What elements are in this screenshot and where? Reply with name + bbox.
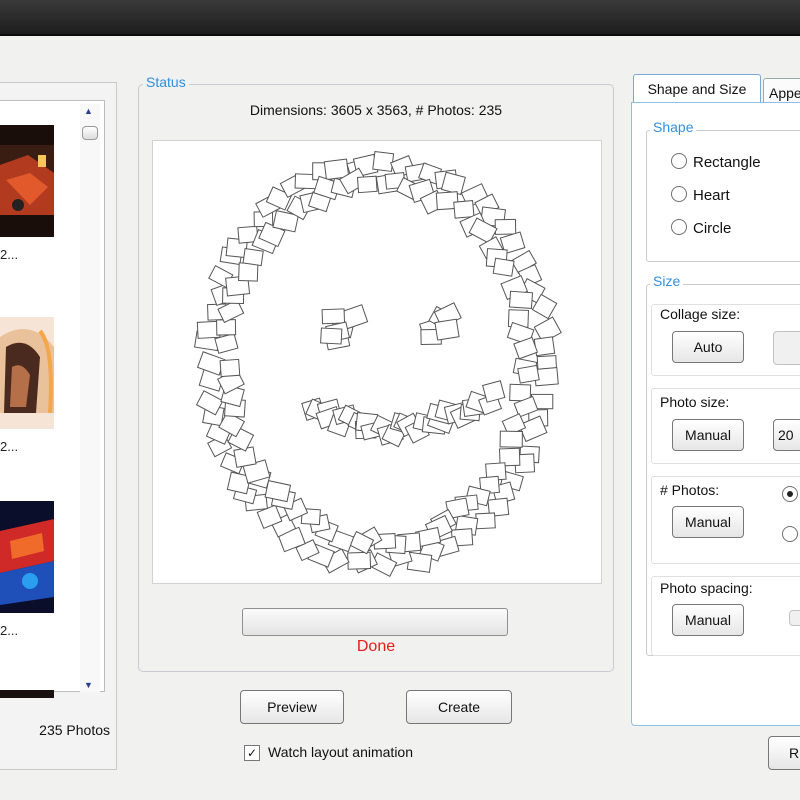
- photos-count-radio[interactable]: [782, 526, 798, 542]
- tab-shape-and-size[interactable]: Shape and Size: [633, 74, 761, 104]
- radio-icon: [671, 219, 687, 235]
- photo-thumbnail-3[interactable]: [0, 501, 54, 613]
- photo-list-scrollbar[interactable]: ▲ ▼: [80, 104, 100, 692]
- watch-animation-label: Watch layout animation: [268, 744, 413, 760]
- photo-spacing-checkbox: [789, 610, 800, 626]
- tab-appearance[interactable]: Appe: [763, 78, 800, 104]
- collage-photo-tile: [264, 480, 292, 503]
- collage-size-mode-button[interactable]: Auto: [672, 331, 744, 363]
- collage-size-label: Collage size:: [660, 306, 741, 322]
- size-legend: Size: [650, 273, 684, 289]
- collage-photo-tile: [320, 327, 343, 345]
- photo-size-label: Photo size:: [660, 394, 730, 410]
- photo-caption-3: 2...: [0, 623, 19, 638]
- shape-option-heart[interactable]: Heart: [671, 186, 730, 204]
- shape-option-circle[interactable]: Circle: [671, 219, 731, 237]
- collage-photo-tile: [517, 364, 540, 384]
- collage-size-field: [773, 331, 800, 365]
- checkmark-icon: ✓: [246, 746, 258, 760]
- collage-photo-tile: [499, 430, 523, 448]
- collage-photo-tile: [440, 171, 466, 196]
- collage-photo-tile: [372, 150, 395, 172]
- shape-legend: Shape: [650, 119, 697, 135]
- radio-icon: [671, 153, 687, 169]
- photo-spacing-mode-button[interactable]: Manual: [672, 604, 744, 636]
- collage-photo-tile: [533, 336, 556, 357]
- photo-size-mode-button[interactable]: Manual: [672, 419, 744, 451]
- photos-count-mode-button[interactable]: Manual: [672, 506, 744, 538]
- progress-bar: [242, 608, 508, 636]
- collage-preview-graphic: [194, 150, 562, 577]
- collage-photo-tile: [434, 318, 460, 341]
- photo-caption-2: 2...: [0, 439, 19, 454]
- photo-spacing-label: Photo spacing:: [660, 580, 753, 596]
- collage-photo-tile: [238, 262, 259, 282]
- scroll-down-icon[interactable]: ▼: [84, 680, 93, 690]
- photos-count-radio-selected[interactable]: [782, 486, 798, 502]
- preview-button[interactable]: Preview: [240, 690, 344, 724]
- collage-photo-tile: [219, 358, 241, 378]
- create-button[interactable]: Create: [406, 690, 512, 724]
- status-message: Done: [356, 638, 396, 655]
- scroll-up-icon[interactable]: ▲: [84, 106, 93, 116]
- photo-size-input[interactable]: 20: [773, 419, 800, 451]
- collage-photo-tile: [321, 308, 346, 325]
- photo-count: 235 Photos: [39, 722, 110, 738]
- collage-preview-canvas: [152, 140, 602, 584]
- photo-thumbnail-4[interactable]: [0, 685, 54, 698]
- collage-photo-tile: [347, 551, 372, 570]
- collage-photo-tile: [508, 290, 534, 309]
- reset-button[interactable]: R: [768, 736, 800, 770]
- collage-photo-tile: [356, 175, 378, 194]
- status-legend: Status: [143, 74, 189, 90]
- collage-photo-tile: [242, 248, 264, 267]
- scrollbar-thumb[interactable]: [82, 126, 98, 140]
- collage-photo-tile: [492, 257, 515, 277]
- window-title-bar: [0, 0, 800, 36]
- collage-photo-tile: [453, 200, 475, 219]
- collage-photo-tile: [482, 380, 506, 403]
- collage-photo-tile: [494, 218, 517, 235]
- collage-dimensions: Dimensions: 3605 x 3563, # Photos: 235: [249, 102, 503, 118]
- radio-icon: [671, 186, 687, 202]
- photo-caption-1: 2...: [0, 247, 19, 262]
- collage-photo-tile: [475, 512, 496, 530]
- collage-photo-tile: [406, 551, 433, 573]
- watch-animation-checkbox[interactable]: ✓: [244, 745, 260, 761]
- photo-thumbnail-2[interactable]: [0, 317, 54, 429]
- photos-count-label: # Photos:: [660, 482, 720, 498]
- shape-option-rectangle[interactable]: Rectangle: [671, 153, 761, 171]
- photo-thumbnail-1[interactable]: [0, 125, 54, 237]
